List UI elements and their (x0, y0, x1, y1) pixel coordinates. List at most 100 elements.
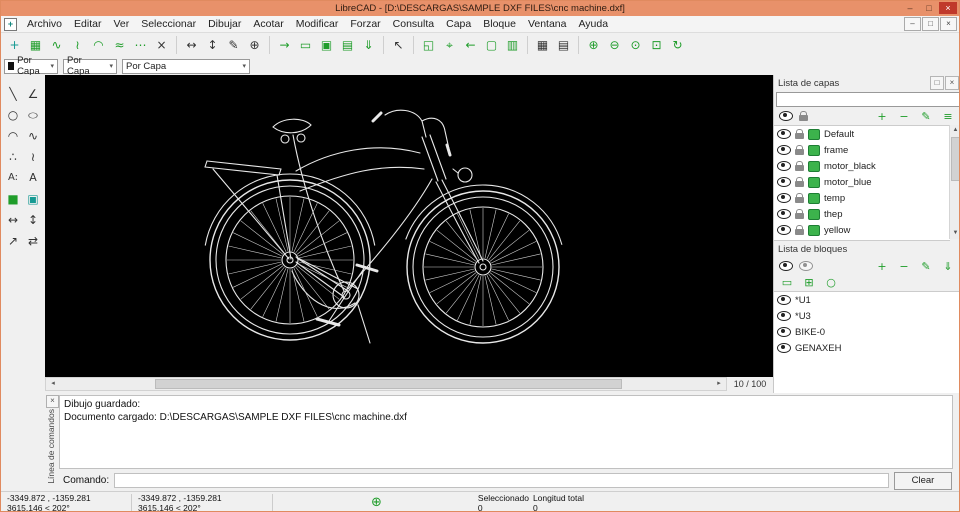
layer-color-chip[interactable] (808, 177, 820, 188)
add-block-button[interactable]: + (874, 259, 890, 273)
hatch-icon[interactable]: ■ (4, 189, 22, 208)
block-visibility-icon[interactable] (777, 343, 791, 353)
layer-row[interactable]: thep (774, 206, 950, 222)
layer-color-chip[interactable] (808, 193, 820, 204)
remove-block-button[interactable]: − (896, 259, 912, 273)
image-icon[interactable]: ▣ (24, 189, 42, 208)
zoom-select-icon[interactable]: ⊡ (647, 36, 666, 55)
pen-color-combo[interactable]: Por Capa ▾ (4, 59, 58, 74)
layer-row[interactable]: motor_blue (774, 174, 950, 190)
ellipse-icon[interactable]: ○ (24, 109, 42, 121)
redraw-icon[interactable]: ↻ (668, 36, 687, 55)
save-file-icon[interactable]: ▣ (317, 36, 336, 55)
clear-button[interactable]: Clear (894, 472, 952, 490)
menu-acotar[interactable]: Acotar (247, 18, 289, 30)
dock-close-icon[interactable]: × (46, 395, 59, 408)
snap-endpoint-icon[interactable]: ∿ (47, 36, 66, 55)
line-angle-icon[interactable]: ∠ (24, 84, 42, 103)
previous-view-icon[interactable]: ← (461, 36, 480, 55)
menu-modificar[interactable]: Modificar (290, 18, 345, 30)
close-icon[interactable]: × (939, 2, 957, 14)
menu-dibujar[interactable]: Dibujar (202, 18, 247, 30)
remove-layer-button[interactable]: − (896, 109, 912, 123)
layer-color-chip[interactable] (808, 161, 820, 172)
scrollbar-track[interactable] (60, 378, 712, 390)
layer-visibility-icon[interactable] (777, 145, 791, 155)
restrict-horizontal-icon[interactable]: ↔ (182, 36, 201, 55)
layers-scrollbar[interactable]: ▲ ▼ (949, 125, 960, 239)
print-icon[interactable]: ▤ (338, 36, 357, 55)
layer-row[interactable]: motor_black (774, 158, 950, 174)
rename-block-button[interactable]: ✎ (918, 259, 934, 273)
modify-order-icon[interactable]: ⇄ (24, 231, 42, 250)
command-input[interactable] (114, 473, 889, 488)
layer-filter-input[interactable] (776, 92, 960, 107)
zoom-auto-icon[interactable]: ⊙ (626, 36, 645, 55)
child-restore-icon[interactable]: □ (922, 17, 939, 31)
pen-width-combo[interactable]: Por Capa ▾ (63, 59, 117, 74)
toggle-all-visibility-icon[interactable] (779, 111, 793, 121)
scroll-left-icon[interactable]: ◂ (46, 378, 60, 390)
export-icon[interactable]: ⇓ (359, 36, 378, 55)
scrollbar-thumb[interactable] (155, 379, 622, 389)
menu-ver[interactable]: Ver (107, 18, 135, 30)
mtext-icon[interactable]: A (24, 168, 42, 187)
child-close-icon[interactable]: × (940, 17, 957, 31)
menu-bloque[interactable]: Bloque (477, 18, 522, 30)
ortho-grid-icon[interactable]: ▤ (554, 36, 573, 55)
snap-entity-icon[interactable]: ≀ (68, 36, 87, 55)
layer-visibility-icon[interactable] (777, 209, 791, 219)
line-icon[interactable]: ╲ (4, 84, 22, 103)
layer-color-chip[interactable] (808, 129, 820, 140)
pointer-icon[interactable]: ↖ (389, 36, 408, 55)
child-minimize-icon[interactable]: – (904, 17, 921, 31)
horizontal-scrollbar[interactable]: ◂ ▸ (45, 377, 727, 391)
layer-row[interactable]: yellow (774, 222, 950, 238)
menu-ayuda[interactable]: Ayuda (572, 18, 614, 30)
spline-icon[interactable]: ∿ (24, 126, 42, 145)
show-all-blocks-icon[interactable] (779, 261, 793, 271)
grid-snap-icon[interactable]: ▦ (26, 36, 45, 55)
layer-row[interactable]: frame (774, 142, 950, 158)
snap-indicator-icon[interactable]: ⊕ (371, 495, 382, 510)
dim-horizontal-icon[interactable]: ↔ (4, 210, 22, 229)
dim-leader-icon[interactable]: ↗ (4, 231, 22, 250)
layer-color-chip[interactable] (808, 145, 820, 156)
restrict-vertical-icon[interactable]: ↕ (203, 36, 222, 55)
dock-float-icon[interactable]: □ (930, 76, 944, 90)
block-row[interactable]: *U3 (774, 308, 960, 324)
layer-menu-button[interactable]: ≡ (940, 109, 956, 123)
minimize-icon[interactable]: – (901, 2, 919, 14)
menu-forzar[interactable]: Forzar (344, 18, 386, 30)
layer-visibility-icon[interactable] (777, 193, 791, 203)
dim-vertical-icon[interactable]: ↕ (24, 210, 42, 229)
layer-lock-icon[interactable] (795, 229, 804, 235)
block-visibility-icon[interactable] (777, 295, 791, 305)
cascade-window-icon[interactable]: ▢ (482, 36, 501, 55)
toggle-block-button[interactable]: ○ (823, 275, 839, 289)
layer-color-chip[interactable] (808, 209, 820, 220)
crosshair-snap-icon[interactable]: + (5, 36, 24, 55)
layer-lock-icon[interactable] (795, 181, 804, 187)
zoom-window-icon[interactable]: ◱ (419, 36, 438, 55)
circle-icon[interactable]: ○ (4, 105, 22, 124)
menu-consulta[interactable]: Consulta (387, 18, 440, 30)
layer-lock-icon[interactable] (795, 213, 804, 219)
arc-icon[interactable]: ◠ (4, 126, 22, 145)
zoom-out-icon[interactable]: ⊖ (605, 36, 624, 55)
add-layer-button[interactable]: + (874, 109, 890, 123)
block-row[interactable]: BIKE-0 (774, 324, 960, 340)
save-block-button[interactable]: ⇓ (940, 259, 956, 273)
layer-color-chip[interactable] (808, 225, 820, 236)
scroll-right-icon[interactable]: ▸ (712, 378, 726, 390)
menu-capa[interactable]: Capa (440, 18, 477, 30)
relative-zero-icon[interactable]: ⊕ (245, 36, 264, 55)
insert-block-button[interactable]: ⊞ (801, 275, 817, 289)
pen-icon[interactable]: ✎ (224, 36, 243, 55)
scroll-up-icon[interactable]: ▲ (950, 125, 960, 136)
iso-grid-icon[interactable]: ▦ (533, 36, 552, 55)
snap-distance-icon[interactable]: ⋯ (131, 36, 150, 55)
layer-visibility-icon[interactable] (777, 177, 791, 187)
edit-layer-button[interactable]: ✎ (918, 109, 934, 123)
menu-editar[interactable]: Editar (68, 18, 107, 30)
